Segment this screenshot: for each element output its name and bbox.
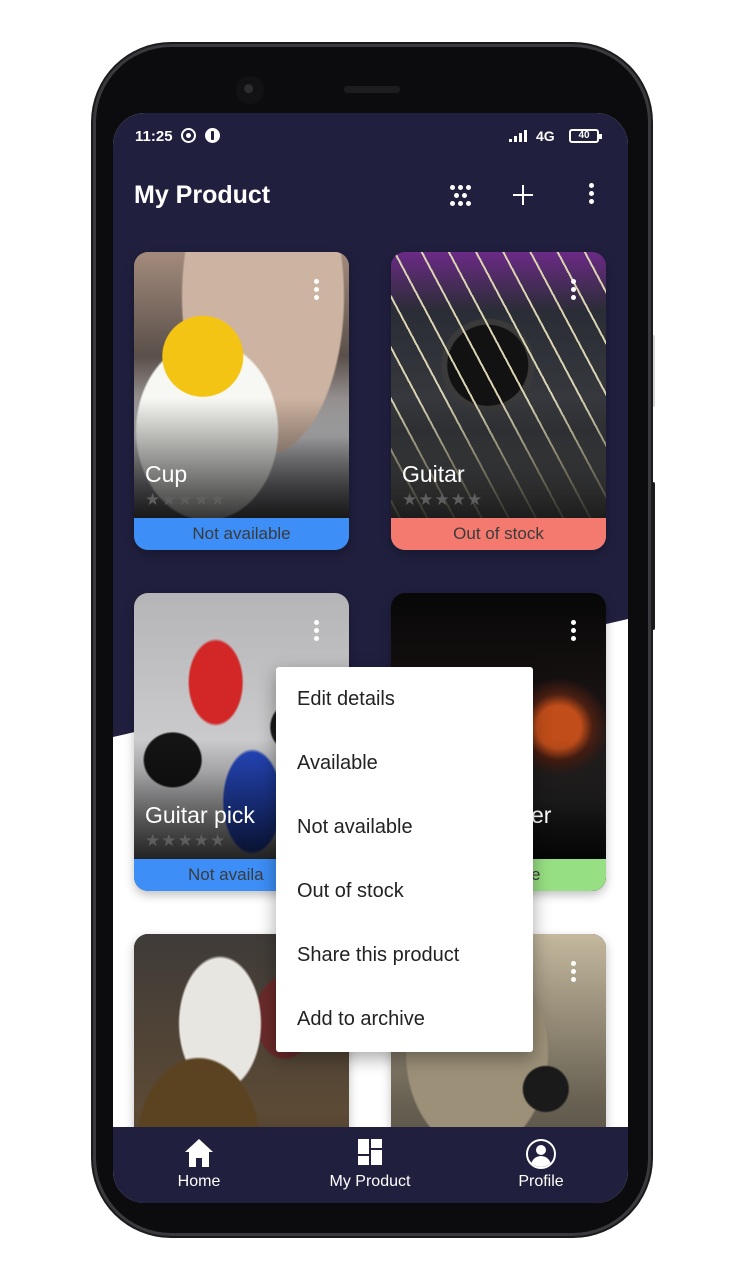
page-title: My Product bbox=[134, 181, 271, 209]
network-type: 4G bbox=[536, 128, 555, 144]
card-menu-icon[interactable] bbox=[568, 278, 578, 302]
nav-label: My Product bbox=[329, 1173, 411, 1190]
front-camera bbox=[236, 76, 264, 104]
sync-icon bbox=[181, 128, 196, 143]
product-name: Guitar pick bbox=[145, 802, 255, 828]
menu-item-available[interactable]: Available bbox=[276, 731, 533, 795]
menu-item-edit-details[interactable]: Edit details bbox=[276, 667, 533, 731]
status-time: 11:25 bbox=[135, 128, 173, 145]
menu-item-out-of-stock[interactable]: Out of stock bbox=[276, 859, 533, 923]
home-icon bbox=[184, 1139, 214, 1169]
product-name: Guitar bbox=[402, 461, 465, 487]
product-card[interactable]: Cup ★★★★★ Not available bbox=[134, 252, 349, 550]
product-context-menu: Edit details Available Not available Out… bbox=[276, 667, 533, 1052]
card-menu-icon[interactable] bbox=[568, 960, 578, 984]
product-card[interactable]: Guitar ★★★★★ Out of stock bbox=[391, 252, 606, 550]
nav-item-home[interactable]: Home bbox=[129, 1127, 269, 1203]
app-screen: 11:25 4G 40 My Product Cup ★★★★★ Not ava… bbox=[113, 113, 628, 1203]
bottom-navigation: Home My Product Profile bbox=[113, 1127, 628, 1203]
card-menu-icon[interactable] bbox=[311, 278, 321, 302]
card-menu-icon[interactable] bbox=[568, 619, 578, 643]
signal-icon bbox=[509, 130, 529, 142]
rating-stars: ★★★★★ bbox=[402, 490, 484, 509]
menu-item-share-product[interactable]: Share this product bbox=[276, 923, 533, 987]
product-name: er bbox=[531, 802, 552, 828]
availability-status: Not available bbox=[134, 518, 349, 550]
availability-status: Out of stock bbox=[391, 518, 606, 550]
grid-icon bbox=[358, 1139, 388, 1169]
nav-label: Home bbox=[177, 1173, 221, 1190]
grid-view-icon[interactable] bbox=[448, 183, 472, 207]
add-product-icon[interactable] bbox=[511, 183, 535, 207]
battery-icon: 40 bbox=[569, 129, 602, 143]
product-name: Cup bbox=[145, 461, 188, 487]
status-bar: 11:25 4G 40 bbox=[113, 113, 628, 159]
menu-item-not-available[interactable]: Not available bbox=[276, 795, 533, 859]
nav-label: Profile bbox=[518, 1173, 564, 1190]
vpn-icon bbox=[205, 128, 220, 143]
nav-item-profile[interactable]: Profile bbox=[471, 1127, 611, 1203]
rating-stars: ★★★★★ bbox=[145, 831, 227, 850]
profile-icon bbox=[526, 1139, 556, 1169]
nav-item-my-product[interactable]: My Product bbox=[300, 1127, 440, 1203]
menu-item-add-to-archive[interactable]: Add to archive bbox=[276, 987, 533, 1051]
earpiece-speaker bbox=[344, 86, 400, 93]
card-menu-icon[interactable] bbox=[311, 619, 321, 643]
overflow-menu-icon[interactable] bbox=[586, 182, 596, 206]
rating-stars: ★★★★★ bbox=[145, 490, 227, 509]
